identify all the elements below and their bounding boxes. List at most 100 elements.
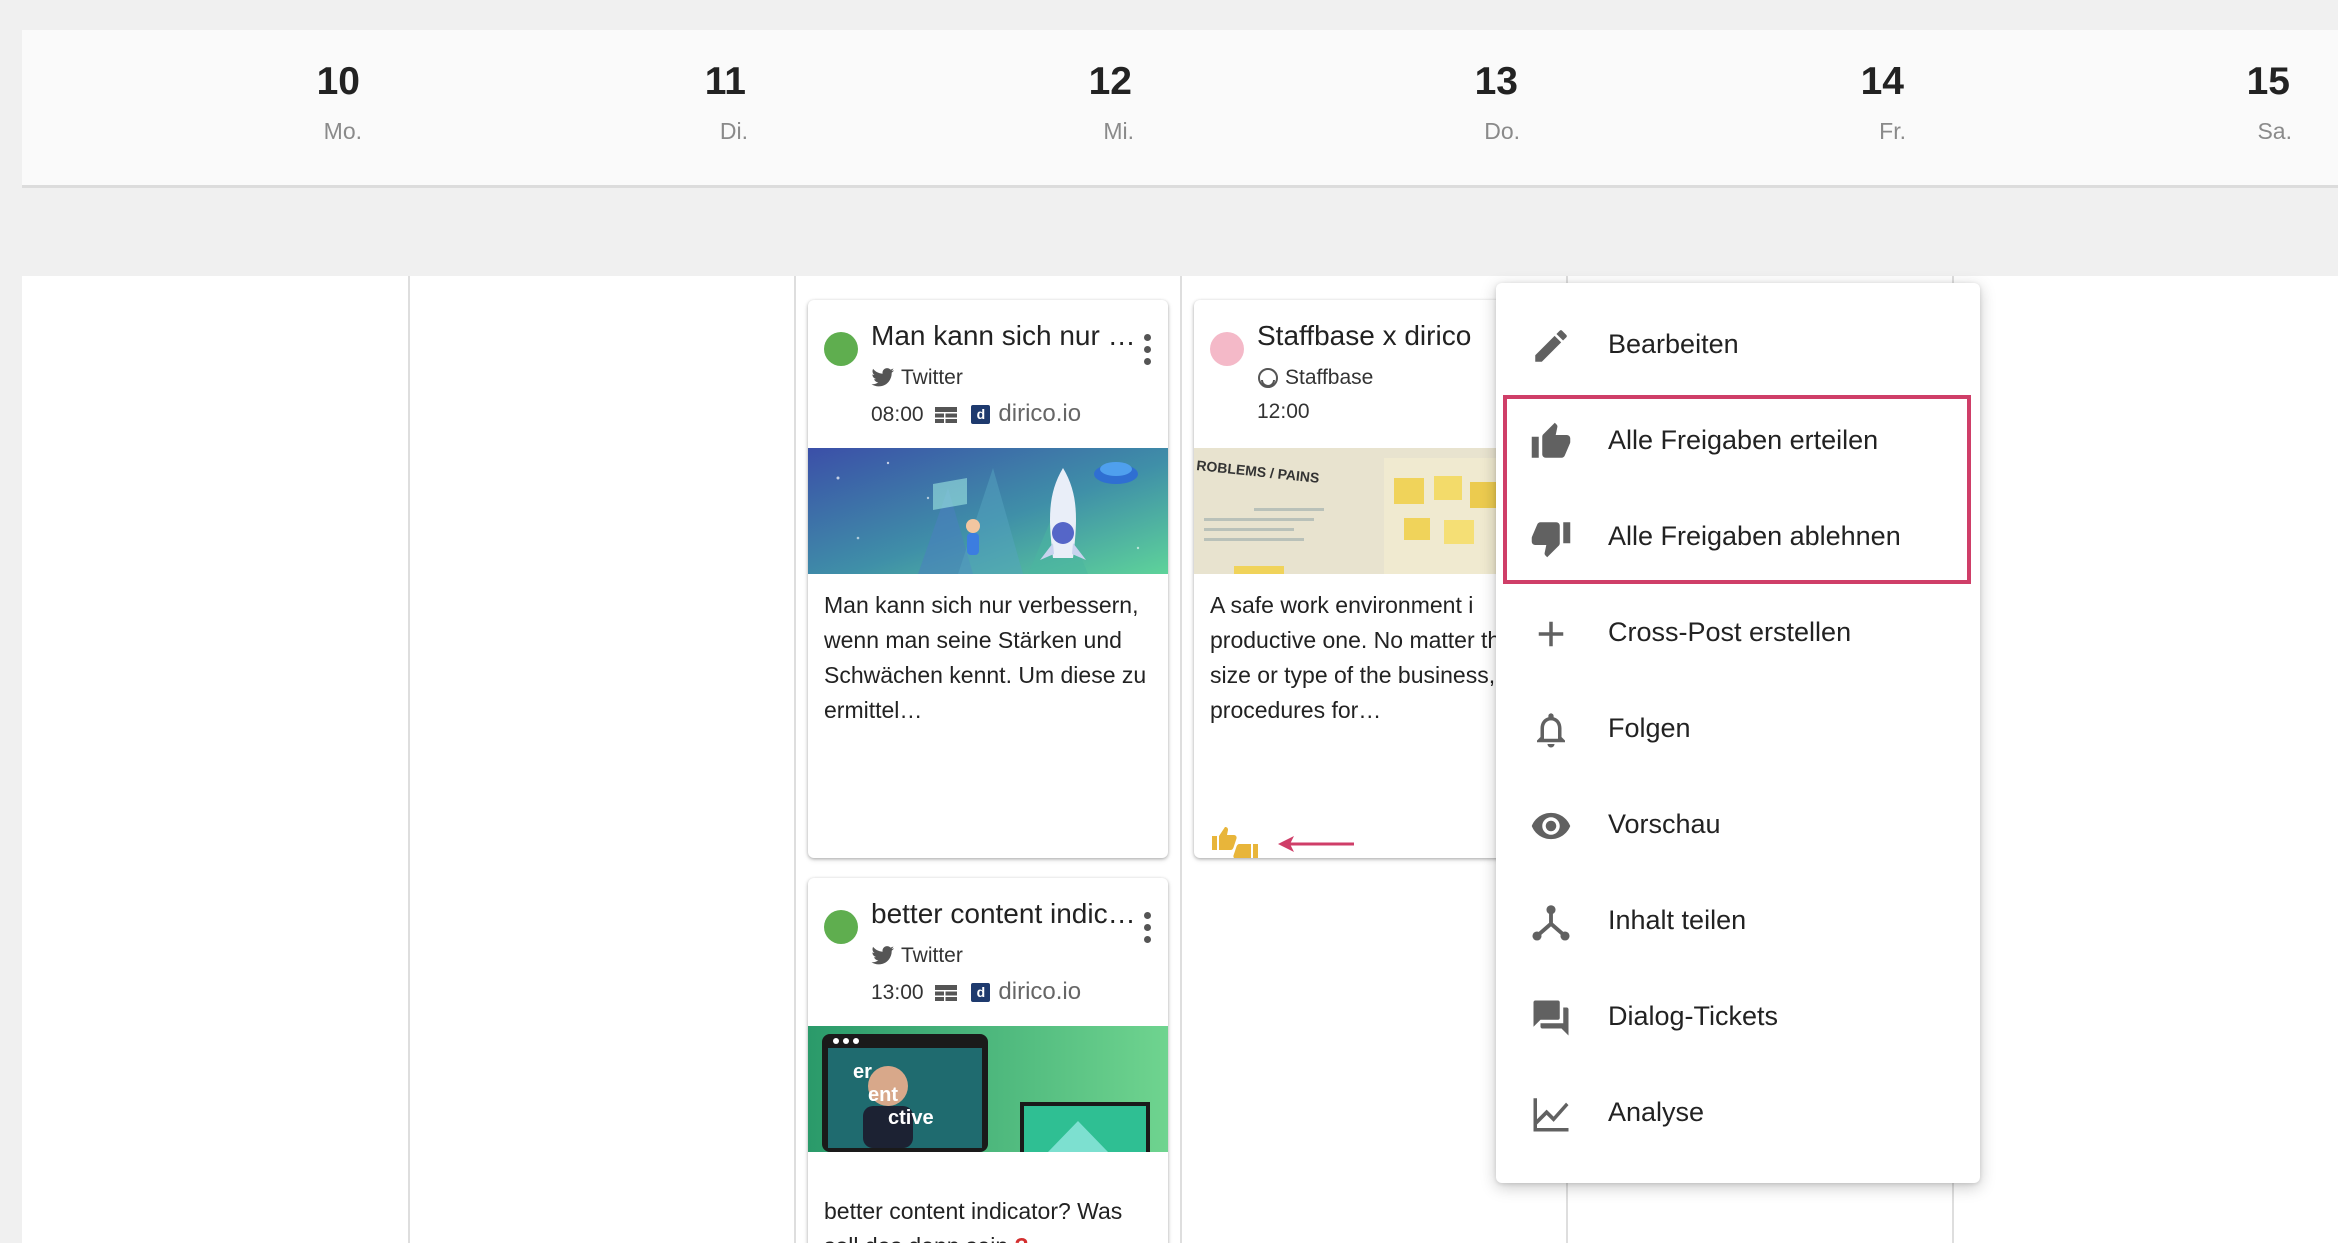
menu-item-cross-post[interactable]: Cross-Post erstellen xyxy=(1496,585,1980,681)
more-options-icon[interactable] xyxy=(1144,334,1152,370)
post-text: better content indicator? Was soll das d… xyxy=(824,1194,1164,1243)
menu-item-preview[interactable]: Vorschau xyxy=(1496,777,1980,873)
plus-icon xyxy=(1538,621,1564,647)
all-day-row[interactable] xyxy=(22,188,408,276)
post-title: Staffbase x dirico xyxy=(1257,320,1472,351)
approval-status[interactable] xyxy=(1208,822,1262,858)
day-number: 10 xyxy=(316,60,360,103)
post-text-line: better content indicator? Was xyxy=(824,1198,1123,1224)
share-icon xyxy=(1532,905,1570,941)
chart-icon xyxy=(1533,1098,1569,1132)
status-dot xyxy=(824,910,858,944)
day-number: 13 xyxy=(1474,60,1518,103)
layout-icon xyxy=(935,407,958,424)
menu-item-edit[interactable]: Bearbeiten xyxy=(1496,297,1980,393)
weekday-label: Mo. xyxy=(323,118,362,144)
day-header: 15 Sa. xyxy=(1952,30,2338,188)
context-menu: Bearbeiten Alle Freigaben erteilen Alle … xyxy=(1496,283,1980,1183)
menu-item-follow[interactable]: Folgen xyxy=(1496,681,1980,777)
post-text-content: soll das denn sein xyxy=(824,1233,1008,1243)
image-caption: ctive xyxy=(888,1107,934,1129)
brand-name: dirico.io xyxy=(998,400,1082,427)
menu-item-label: Vorschau xyxy=(1608,809,1721,839)
post-title: better content indic… xyxy=(871,898,1136,929)
chat-icon xyxy=(1533,1000,1569,1036)
network-label: Twitter xyxy=(871,944,963,968)
post-meta: 12:00 xyxy=(1257,400,1310,424)
day-header: 13 Do. xyxy=(1180,30,1566,188)
video-thumbnail: er ent ctive xyxy=(808,1026,1168,1152)
weekday-label: Do. xyxy=(1484,118,1520,144)
calendar-week-view: 10 Mo. 11 Di. 12 Mi. 13 Do. 14 Fr. 15 Sa… xyxy=(22,30,2338,1243)
weekday-label: Mi. xyxy=(1103,118,1134,144)
menu-item-share[interactable]: Inhalt teilen xyxy=(1496,873,1980,969)
network-name: Staffbase xyxy=(1285,366,1374,389)
day-header: 14 Fr. xyxy=(1566,30,1952,188)
menu-item-label: Alle Freigaben ablehnen xyxy=(1608,521,1901,551)
day-number: 14 xyxy=(1860,60,1904,103)
post-image: er ent ctive xyxy=(808,1026,1168,1152)
network-name: Twitter xyxy=(901,944,963,967)
post-image xyxy=(808,448,1168,574)
post-text: Man kann sich nur verbessern, wenn man s… xyxy=(824,592,1147,723)
status-dot xyxy=(1210,332,1244,366)
menu-item-label: Dialog-Tickets xyxy=(1608,1001,1779,1031)
day-number: 15 xyxy=(2246,60,2290,103)
day-header: 11 Di. xyxy=(408,30,794,188)
post-image: ROBLEMS / PAINS xyxy=(1194,448,1534,574)
menu-item-approve-all[interactable]: Alle Freigaben erteilen xyxy=(1496,393,1980,489)
menu-item-dialog-tickets[interactable]: Dialog-Tickets xyxy=(1496,969,1980,1065)
post-meta: 13:00 d dirico.io xyxy=(871,978,1081,1006)
post-time: 08:00 xyxy=(871,403,924,426)
post-card[interactable]: better content indic… Twitter 13:00 d dir… xyxy=(808,878,1168,1243)
post-time: 13:00 xyxy=(871,981,924,1004)
post-text-line: soll das denn sein ? xyxy=(824,1229,1164,1243)
rocket-illustration xyxy=(808,448,1168,574)
post-meta: 08:00 d dirico.io xyxy=(871,400,1081,428)
brand-name: dirico.io xyxy=(998,978,1082,1005)
network-label: Twitter xyxy=(871,366,963,390)
twitter-icon xyxy=(871,946,894,965)
menu-item-analytics[interactable]: Analyse xyxy=(1496,1065,1980,1161)
weekday-label: Sa. xyxy=(2257,118,2292,144)
image-caption: ent xyxy=(868,1084,898,1106)
post-title: Man kann sich nur v… xyxy=(871,320,1141,351)
network-name: Twitter xyxy=(901,366,963,389)
day-column-15[interactable]: 15 Sa. xyxy=(1952,30,2338,1243)
menu-item-reject-all[interactable]: Alle Freigaben ablehnen xyxy=(1496,489,1980,585)
all-day-row[interactable] xyxy=(794,188,1180,276)
all-day-row[interactable] xyxy=(408,188,794,276)
brand-logo-icon: d xyxy=(971,983,991,1002)
staffbase-icon xyxy=(1258,368,1278,389)
post-time: 12:00 xyxy=(1257,400,1310,423)
all-day-row[interactable] xyxy=(1180,188,1566,276)
twitter-icon xyxy=(871,368,894,387)
menu-item-label: Bearbeiten xyxy=(1608,329,1739,359)
approval-thumbs-icon xyxy=(1212,827,1258,858)
weekday-label: Di. xyxy=(719,118,748,144)
day-header: 12 Mi. xyxy=(794,30,1180,188)
network-label: Staffbase xyxy=(1257,366,1373,390)
thumb-down-icon xyxy=(1531,522,1571,558)
day-column-10[interactable]: 10 Mo. xyxy=(22,30,410,1243)
question-emoji: ? xyxy=(1015,1233,1029,1243)
menu-item-label: Alle Freigaben erteilen xyxy=(1608,425,1879,455)
all-day-row[interactable] xyxy=(1566,188,1952,276)
weekday-label: Fr. xyxy=(1879,118,1906,144)
arrow-left-icon xyxy=(1278,836,1354,852)
more-options-icon[interactable] xyxy=(1144,912,1152,948)
bell-icon xyxy=(1537,713,1565,748)
status-dot xyxy=(824,332,858,366)
brand-logo-icon: d xyxy=(971,405,991,424)
day-column-11[interactable]: 11 Di. xyxy=(408,30,796,1243)
day-header: 10 Mo. xyxy=(22,30,408,188)
image-caption: er xyxy=(853,1061,872,1083)
day-number: 12 xyxy=(1088,60,1132,103)
post-card[interactable]: Man kann sich nur v… Twitter 08:00 d diri… xyxy=(808,300,1168,858)
all-day-row[interactable] xyxy=(1952,188,2338,276)
menu-item-label: Analyse xyxy=(1608,1097,1705,1127)
layout-icon xyxy=(935,985,958,1002)
whiteboard-photo: ROBLEMS / PAINS xyxy=(1194,448,1534,574)
post-card[interactable]: Staffbase x dirico Staffbase 12:00 ROBLE… xyxy=(1194,300,1534,858)
menu-item-label: Cross-Post erstellen xyxy=(1608,617,1852,647)
